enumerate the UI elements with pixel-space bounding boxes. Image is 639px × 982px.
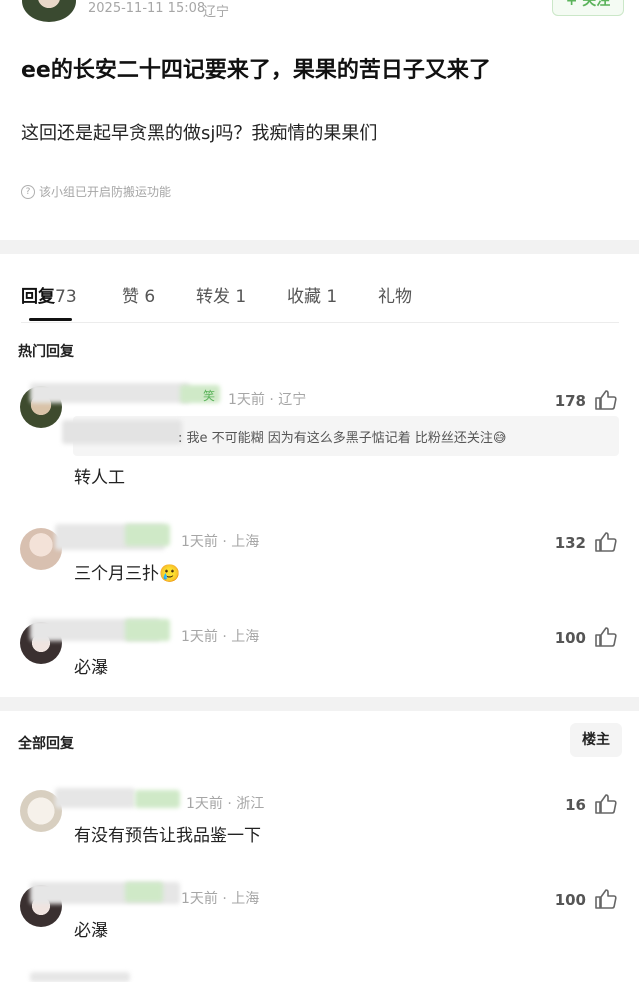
- tab-like-count: 6: [144, 287, 156, 307]
- thumb-up-icon[interactable]: [594, 792, 618, 816]
- follow-label: + 关注: [565, 0, 611, 9]
- anti-repost-notice: ? 该小组已开启防搬运功能: [21, 183, 171, 200]
- tab-reply-count: 73: [55, 287, 77, 307]
- post-title: ee的长安二十四记要来了，果果的苦日子又来了: [21, 58, 491, 83]
- comment-meta: 1天前 · 辽宁: [228, 392, 307, 408]
- tab-gift[interactable]: 礼物: [378, 282, 412, 307]
- thumb-up-icon[interactable]: [594, 887, 618, 911]
- tab-reply-label: 回复: [21, 287, 55, 307]
- tab-reply[interactable]: 回复73: [21, 282, 77, 307]
- comment-text: 必瀑: [74, 921, 108, 941]
- tab-like[interactable]: 赞 6: [122, 282, 155, 307]
- tab-collect-label: 收藏: [287, 287, 321, 307]
- comment-meta: 1天前 · 上海: [181, 629, 260, 645]
- like-count: 132: [554, 534, 586, 552]
- quoted-username-redacted: [62, 420, 182, 444]
- tabs-border: [21, 322, 619, 323]
- notice-text: 该小组已开启防搬运功能: [39, 185, 172, 199]
- thumb-up-icon[interactable]: [594, 530, 618, 554]
- tab-repost-count: 1: [235, 287, 247, 307]
- tab-collect-count: 1: [326, 287, 338, 307]
- follow-button[interactable]: + 关注: [552, 0, 624, 16]
- username-redacted: [30, 383, 190, 403]
- next-comment-redacted: [30, 972, 130, 982]
- user-badge-redacted: [125, 619, 170, 641]
- hot-replies-heading: 热门回复: [18, 344, 74, 360]
- quoted-reply-text: : 我e 不可能糊 因为有这么多黑子惦记着 比粉丝还关注😅: [178, 431, 507, 446]
- like-count: 178: [554, 392, 586, 410]
- like-count: 100: [554, 891, 586, 909]
- tab-collect[interactable]: 收藏 1: [287, 282, 337, 307]
- user-badge-redacted: [125, 882, 163, 902]
- owner-only-button[interactable]: 楼主: [570, 723, 622, 757]
- post-body: 这回还是起早贪黑的做sj吗？我痴情的果果们: [21, 123, 378, 144]
- thumb-up-icon[interactable]: [594, 625, 618, 649]
- tab-repost[interactable]: 转发 1: [196, 282, 246, 307]
- tab-underline: [29, 318, 72, 321]
- comment-meta: 1天前 · 上海: [181, 534, 260, 550]
- user-badge-redacted: [125, 524, 170, 546]
- post-location: 辽宁: [203, 5, 230, 20]
- author-avatar[interactable]: [22, 0, 76, 22]
- username-redacted: [55, 788, 135, 808]
- tab-repost-label: 转发: [196, 287, 230, 307]
- user-badge-text: 笑: [203, 389, 216, 403]
- comment-text: 有没有预告让我品鉴一下: [74, 826, 261, 846]
- thumb-up-icon[interactable]: [594, 388, 618, 412]
- tab-gift-label: 礼物: [378, 287, 412, 307]
- like-count: 100: [554, 629, 586, 647]
- tab-like-label: 赞: [122, 287, 139, 307]
- user-badge-redacted: [135, 790, 180, 808]
- section-divider: [0, 697, 639, 711]
- comment-text: 三个月三扑🥲: [74, 564, 181, 584]
- all-replies-heading: 全部回复: [18, 736, 74, 752]
- like-count: 16: [565, 796, 586, 814]
- section-divider: [0, 240, 639, 254]
- comment-meta: 1天前 · 浙江: [186, 796, 265, 812]
- comment-meta: 1天前 · 上海: [181, 891, 260, 907]
- owner-only-label: 楼主: [582, 732, 610, 748]
- post-timestamp: 2025-11-11 15:08: [88, 1, 206, 16]
- info-icon: ?: [21, 184, 35, 199]
- comment-text: 必瀑: [74, 658, 108, 678]
- comment-text: 转人工: [74, 468, 125, 488]
